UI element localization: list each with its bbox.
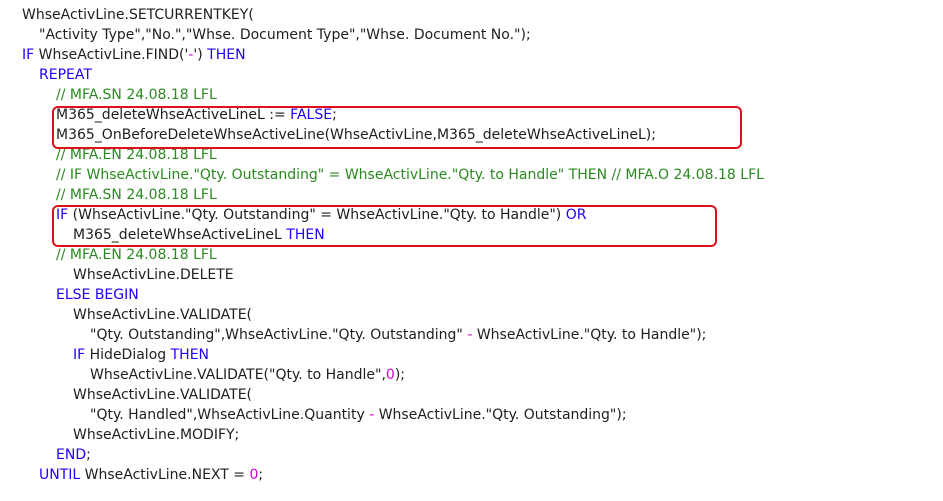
code-line: WhseActivLine.MODIFY; [22,425,764,445]
code-token-kw: OR [565,207,587,223]
code-line: M365_deleteWhseActiveLineL THEN [22,225,764,245]
code-token: WhseActivLine.DELETE [73,267,234,283]
code-line: IF WhseActivLine.FIND('-') THEN [22,45,764,65]
code-token-kw: REPEAT [39,67,92,83]
code-line: // MFA.SN 24.08.18 LFL [22,85,764,105]
code-line: REPEAT [22,65,764,85]
code-line: ELSE BEGIN [22,285,764,305]
code-token-kw: IF [56,207,69,223]
code-token: WhseActivLine.VALIDATE("Qty. to Handle", [90,367,386,383]
code-line: // MFA.EN 24.08.18 LFL [22,145,764,165]
code-token-kw: END [56,447,87,463]
code-token-cm: // MFA.SN 24.08.18 LFL [56,87,217,103]
code-line: M365_deleteWhseActiveLineL := FALSE; [22,105,764,125]
code-line: "Activity Type","No.","Whse. Document Ty… [22,25,764,45]
code-token: ; [332,107,337,123]
code-token-cm: // MFA.EN 24.08.18 LFL [56,147,217,163]
code-token-cm: // MFA.EN 24.08.18 LFL [56,247,217,263]
code-token-kw: IF [22,47,35,63]
code-token: (WhseActivLine."Qty. Outstanding" = Whse… [68,207,566,223]
code-line: WhseActivLine.VALIDATE( [22,385,764,405]
code-token-num: 0 [385,367,395,383]
code-token: WhseActivLine.VALIDATE( [73,307,253,323]
code-token-kw: THEN [286,227,325,243]
code-line: // MFA.EN 24.08.18 LFL [22,245,764,265]
code-line: IF HideDialog THEN [22,345,764,365]
code-token-cm: // MFA.SN 24.08.18 LFL [56,187,217,203]
code-line: "Qty. Handled",WhseActivLine.Quantity - … [22,405,764,425]
code-token: "Activity Type","No.","Whse. Document Ty… [39,27,531,43]
code-token: WhseActivLine.SETCURRENTKEY( [22,7,254,23]
code-token: WhseActivLine."Qty. to Handle"); [472,327,707,343]
code-line: WhseActivLine.VALIDATE( [22,305,764,325]
code-token: ; [86,447,91,463]
code-line: IF (WhseActivLine."Qty. Outstanding" = W… [22,205,764,225]
code-token: M365_OnBeforeDeleteWhseActiveLine(WhseAc… [56,127,656,143]
code-token: "Qty. Outstanding",WhseActivLine."Qty. O… [90,327,468,343]
code-line: END; [22,445,764,465]
code-line: WhseActivLine.VALIDATE("Qty. to Handle",… [22,365,764,385]
code-token: WhseActivLine.MODIFY; [73,427,240,443]
code-token-kw: THEN [170,347,210,363]
code-line: UNTIL WhseActivLine.NEXT = 0; [22,465,764,485]
code-line: M365_OnBeforeDeleteWhseActiveLine(WhseAc… [22,125,764,145]
code-token: HideDialog [85,347,171,363]
code-token-kw: ELSE BEGIN [56,287,139,303]
code-token: ; [258,467,264,483]
code-token: M365_deleteWhseActiveLineL := [56,107,291,123]
code-token: WhseActivLine.NEXT = [80,467,250,483]
code-token: ') [193,47,208,63]
code-token-cm: // IF WhseActivLine."Qty. Outstanding" =… [56,167,764,183]
code-token-kw: UNTIL [39,467,81,483]
code-editor: WhseActivLine.SETCURRENTKEY( "Activity Ty… [22,5,764,485]
code-line: // MFA.SN 24.08.18 LFL [22,185,764,205]
code-token: "Qty. Handled",WhseActivLine.Quantity [90,407,370,423]
code-token: M365_deleteWhseActiveLineL [73,227,287,243]
code-line: WhseActivLine.SETCURRENTKEY( [22,5,764,25]
code-token-kw: IF [73,347,86,363]
code-token-kw: FALSE [290,107,333,123]
code-token: WhseActivLine.VALIDATE( [73,387,253,403]
code-line: "Qty. Outstanding",WhseActivLine."Qty. O… [22,325,764,345]
code-line: // IF WhseActivLine."Qty. Outstanding" =… [22,165,764,185]
code-line: WhseActivLine.DELETE [22,265,764,285]
code-token-kw: THEN [207,47,246,63]
code-token: ); [394,367,406,383]
code-token: WhseActivLine.FIND(' [34,47,189,63]
code-token: WhseActivLine."Qty. Outstanding"); [374,407,627,423]
